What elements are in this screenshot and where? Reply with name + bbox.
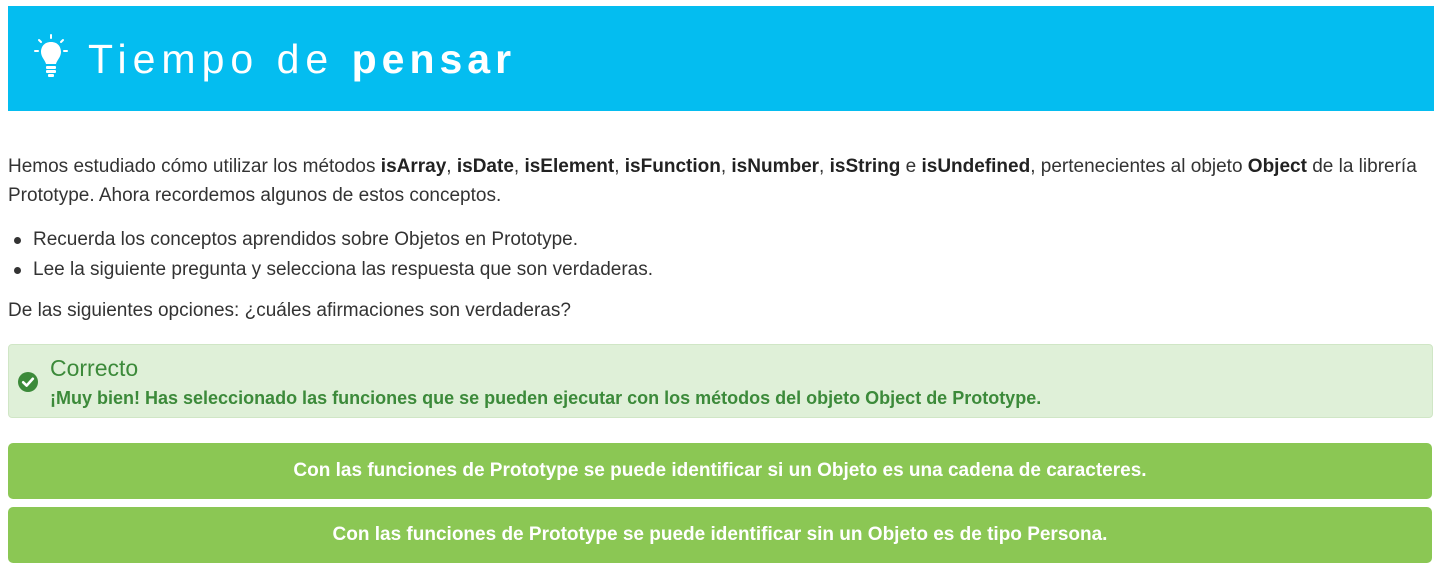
- intro-text: , pertenecientes al objeto: [1030, 156, 1248, 177]
- intro-paragraph: Hemos estudiado cómo utilizar los método…: [8, 152, 1434, 210]
- page-title: Tiempo de pensar: [88, 39, 516, 80]
- check-circle-icon: [18, 372, 38, 392]
- section-header: Tiempo de pensar: [8, 6, 1434, 111]
- method-isnumber: isNumber: [731, 156, 820, 177]
- separator: ,: [446, 156, 457, 177]
- feedback-title: Correcto: [50, 355, 139, 381]
- method-isundefined: isUndefined: [921, 156, 1031, 177]
- method-isarray: isArray: [380, 156, 447, 177]
- lightbulb-icon: [34, 34, 68, 82]
- separator: ,: [720, 156, 732, 177]
- title-light: Tiempo de: [88, 36, 335, 82]
- title-bold: pensar: [351, 36, 517, 82]
- feedback-alert: Correcto ¡Muy bien! Has seleccionado las…: [8, 344, 1433, 418]
- answer-option[interactable]: Con las funciones de Prototype se puede …: [8, 443, 1432, 499]
- instructions-list: Recuerda los conceptos aprendidos sobre …: [8, 225, 653, 285]
- feedback-message: ¡Muy bien! Has seleccionado las funcione…: [50, 388, 1042, 408]
- method-isfunction: isFunction: [624, 156, 721, 177]
- separator: ,: [819, 156, 830, 177]
- list-item: Recuerda los conceptos aprendidos sobre …: [8, 225, 653, 255]
- list-item: Lee la siguiente pregunta y selecciona l…: [8, 255, 653, 285]
- separator: ,: [513, 156, 525, 177]
- page: Tiempo de pensar Hemos estudiado cómo ut…: [0, 0, 1447, 581]
- separator: e: [900, 156, 922, 177]
- object-name: Object: [1247, 156, 1307, 177]
- intro-text: Hemos estudiado cómo utilizar los método…: [8, 156, 381, 177]
- method-isdate: isDate: [456, 156, 514, 177]
- method-iselement: isElement: [524, 156, 615, 177]
- separator: ,: [614, 156, 625, 177]
- answer-option[interactable]: Con las funciones de Prototype se puede …: [8, 507, 1432, 563]
- question-text: De las siguientes opciones: ¿cuáles afir…: [8, 300, 571, 321]
- method-isstring: isString: [829, 156, 901, 177]
